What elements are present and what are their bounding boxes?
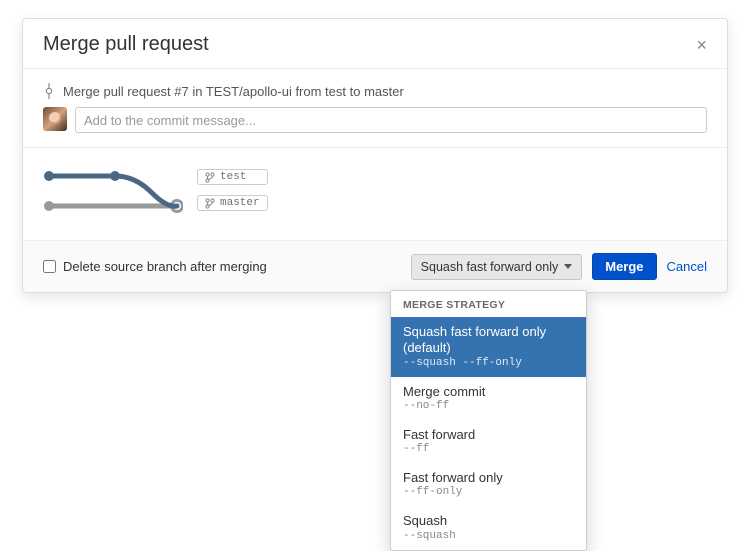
strategy-option-command: --ff (403, 443, 574, 455)
source-branch-tag[interactable]: test (197, 169, 268, 185)
strategy-option[interactable]: Squash--squash (391, 506, 586, 549)
dialog-body: Merge pull request #7 in TEST/apollo-ui … (23, 69, 727, 240)
dropdown-items: Squash fast forward only (default)--squa… (391, 317, 586, 550)
merge-dialog: Merge pull request × Merge pull request … (22, 18, 728, 293)
commit-summary-text: Merge pull request #7 in TEST/apollo-ui … (63, 84, 404, 99)
target-branch-label: master (220, 197, 260, 209)
commit-message-input[interactable] (75, 107, 707, 133)
strategy-option-command: --no-ff (403, 400, 574, 412)
strategy-option-label: Merge commit (403, 384, 574, 400)
dialog-header: Merge pull request × (23, 19, 727, 69)
target-branch-tag[interactable]: master (197, 195, 268, 211)
dialog-title: Merge pull request (43, 33, 209, 56)
strategy-option[interactable]: Fast forward only--ff-only (391, 463, 586, 506)
branch-icon (205, 198, 215, 209)
branch-graph: test master (43, 162, 707, 218)
strategy-option[interactable]: Squash fast forward only (default)--squa… (391, 317, 586, 377)
commit-summary-row: Merge pull request #7 in TEST/apollo-ui … (43, 83, 707, 99)
commit-message-row (43, 107, 707, 133)
footer-actions: Squash fast forward only Merge Cancel (411, 253, 707, 280)
branch-tags: test master (197, 169, 268, 211)
delete-branch-checkbox[interactable] (43, 260, 56, 273)
delete-branch-label: Delete source branch after merging (63, 259, 267, 274)
strategy-option-label: Fast forward (403, 427, 574, 443)
strategy-option[interactable]: Merge commit--no-ff (391, 377, 586, 420)
delete-branch-row[interactable]: Delete source branch after merging (43, 259, 267, 274)
strategy-option-label: Squash fast forward only (default) (403, 324, 574, 357)
close-icon[interactable]: × (696, 36, 707, 54)
strategy-option-command: --squash (403, 530, 574, 542)
strategy-option-label: Fast forward only (403, 470, 574, 486)
dialog-footer: Delete source branch after merging Squas… (23, 240, 727, 292)
branch-graph-svg (43, 162, 183, 218)
merge-button[interactable]: Merge (592, 253, 656, 280)
branch-icon (205, 172, 215, 183)
merge-strategy-dropdown: MERGE STRATEGY Squash fast forward only … (390, 290, 587, 551)
chevron-down-icon (564, 264, 572, 269)
dropdown-header: MERGE STRATEGY (391, 291, 586, 317)
strategy-option-label: Squash (403, 513, 574, 529)
divider (23, 147, 727, 148)
merge-strategy-label: Squash fast forward only (421, 260, 559, 274)
commit-icon (43, 83, 55, 99)
source-branch-label: test (220, 171, 246, 183)
merge-strategy-dropdown-button[interactable]: Squash fast forward only (411, 254, 583, 280)
strategy-option-command: --ff-only (403, 486, 574, 498)
strategy-option-command: --squash --ff-only (403, 357, 574, 369)
cancel-link[interactable]: Cancel (667, 259, 707, 274)
avatar (43, 107, 67, 131)
strategy-option[interactable]: Fast forward--ff (391, 420, 586, 463)
